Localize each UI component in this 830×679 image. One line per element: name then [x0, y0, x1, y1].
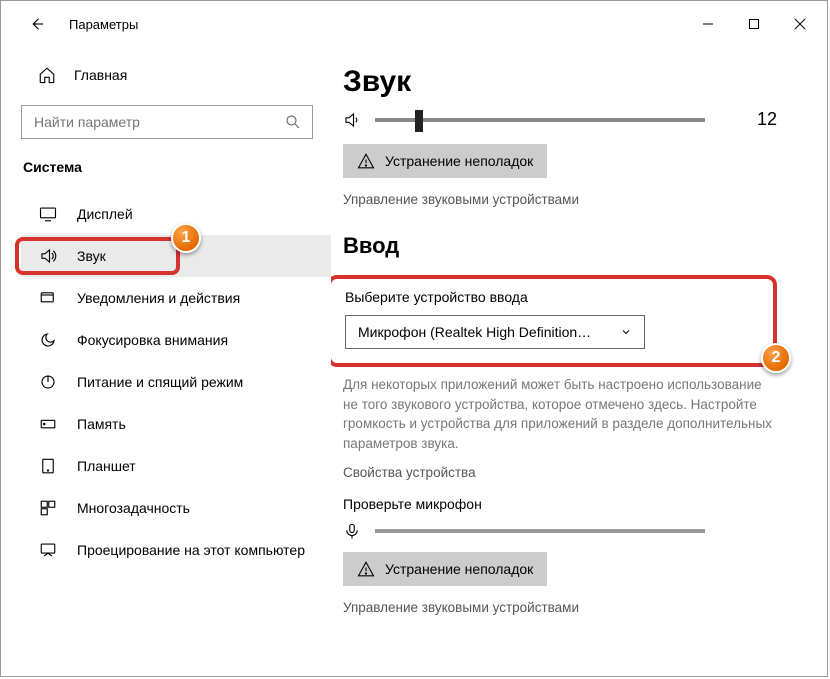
manage-devices-link-2[interactable]: Управление звуковыми устройствами	[343, 600, 777, 615]
warning-icon	[357, 152, 375, 170]
warning-icon	[357, 560, 375, 578]
input-heading: Ввод	[343, 233, 777, 259]
microphone-icon	[343, 522, 361, 540]
main-content: Звук 12 Устранение неполадок Управление …	[331, 47, 827, 676]
home-button[interactable]: Главная	[21, 57, 331, 93]
sidebar-item-label: Многозадачность	[77, 500, 190, 516]
volume-value: 12	[757, 109, 777, 130]
sidebar-item-power[interactable]: Питание и спящий режим	[21, 361, 331, 403]
power-icon	[39, 373, 57, 391]
multitasking-icon	[39, 499, 57, 517]
annotation-marker-1: 1	[171, 223, 201, 253]
troubleshoot-output-button[interactable]: Устранение неполадок	[343, 144, 547, 178]
input-device-dropdown[interactable]: Микрофон (Realtek High Definition…	[345, 315, 645, 349]
maximize-button[interactable]	[731, 8, 777, 40]
search-input[interactable]	[34, 114, 284, 130]
button-label: Устранение неполадок	[385, 153, 533, 169]
home-label: Главная	[74, 67, 127, 83]
manage-devices-link[interactable]: Управление звуковыми устройствами	[343, 192, 777, 207]
search-icon	[284, 113, 302, 131]
volume-slider[interactable]	[375, 118, 705, 122]
moon-icon	[39, 331, 57, 349]
annotation-highlight-2: 2 Выберите устройство ввода Микрофон (Re…	[331, 275, 777, 367]
tablet-icon	[39, 457, 57, 475]
notifications-icon	[39, 289, 57, 307]
sidebar-item-label: Планшет	[77, 458, 136, 474]
sidebar-item-label: Звук	[77, 248, 106, 264]
back-button[interactable]	[21, 8, 53, 40]
sidebar-item-label: Проецирование на этот компьютер	[77, 542, 305, 558]
speaker-icon	[343, 111, 361, 129]
sidebar-item-label: Фокусировка внимания	[77, 332, 228, 348]
sidebar-item-storage[interactable]: Память	[21, 403, 331, 445]
window-title: Параметры	[69, 17, 138, 32]
sidebar-item-projecting[interactable]: Проецирование на этот компьютер	[21, 529, 331, 571]
input-device-label: Выберите устройство ввода	[345, 289, 755, 305]
settings-window: Параметры Главная Система Дисплей	[0, 0, 828, 677]
page-title: Звук	[343, 65, 777, 99]
speaker-icon	[39, 247, 57, 265]
annotation-marker-2: 2	[761, 343, 791, 373]
arrow-left-icon	[28, 15, 46, 33]
nav-list: Дисплей 1 Звук Уведомления и действия Фо…	[21, 193, 331, 571]
sidebar-item-label: Память	[77, 416, 126, 432]
sidebar-item-multitasking[interactable]: Многозадачность	[21, 487, 331, 529]
button-label: Устранение неполадок	[385, 561, 533, 577]
mic-level-bar	[375, 529, 705, 533]
sidebar-item-focus[interactable]: Фокусировка внимания	[21, 319, 331, 361]
home-icon	[38, 66, 56, 84]
dropdown-value: Микрофон (Realtek High Definition…	[358, 324, 591, 340]
sidebar-heading: Система	[21, 159, 331, 175]
device-properties-link[interactable]: Свойства устройства	[343, 465, 777, 480]
sidebar: Главная Система Дисплей 1 Звук	[1, 47, 331, 676]
search-box[interactable]	[21, 105, 313, 139]
window-controls	[685, 8, 823, 40]
projecting-icon	[39, 541, 57, 559]
sidebar-item-tablet[interactable]: Планшет	[21, 445, 331, 487]
display-icon	[39, 205, 57, 223]
chevron-down-icon	[620, 326, 632, 338]
test-mic-label: Проверьте микрофон	[343, 496, 777, 512]
storage-icon	[39, 415, 57, 433]
input-helper-text: Для некоторых приложений может быть наст…	[343, 375, 777, 453]
sidebar-item-label: Дисплей	[77, 206, 133, 222]
troubleshoot-input-button[interactable]: Устранение неполадок	[343, 552, 547, 586]
slider-thumb[interactable]	[415, 110, 423, 132]
sidebar-item-label: Уведомления и действия	[77, 290, 240, 306]
sidebar-item-notifications[interactable]: Уведомления и действия	[21, 277, 331, 319]
titlebar: Параметры	[1, 1, 827, 47]
sidebar-item-sound[interactable]: 1 Звук	[21, 235, 331, 277]
mic-test-row	[343, 522, 777, 540]
close-button[interactable]	[777, 8, 823, 40]
minimize-button[interactable]	[685, 8, 731, 40]
volume-row: 12	[343, 109, 777, 130]
sidebar-item-label: Питание и спящий режим	[77, 374, 243, 390]
